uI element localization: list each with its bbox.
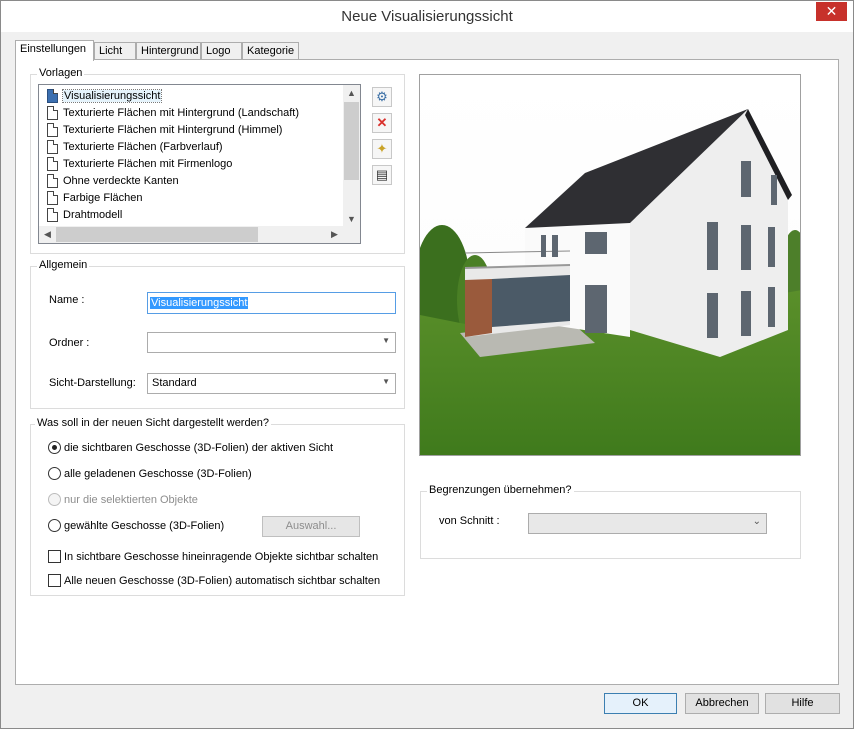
document-icon: [47, 139, 58, 154]
scroll-corner: [343, 226, 360, 243]
document-icon: [47, 122, 58, 137]
darstellen-group-title: Was soll in der neuen Sicht dargestellt …: [35, 417, 271, 429]
tab-licht[interactable]: Licht: [94, 42, 136, 60]
new-document-icon: ✦: [376, 141, 388, 156]
checkbox-box: [48, 574, 61, 587]
name-label: Name :: [49, 294, 85, 306]
auswahl-button: Auswahl...: [262, 516, 360, 537]
radio-sichtbare-geschosse[interactable]: die sichtbaren Geschosse (3D-Folien) der…: [48, 441, 333, 454]
tab-kategorie[interactable]: Kategorie: [242, 42, 299, 60]
tab-einstellungen[interactable]: Einstellungen: [15, 40, 94, 61]
vorlagen-list[interactable]: Visualisierungssicht Texturierte Flächen…: [38, 84, 361, 244]
cancel-button[interactable]: Abbrechen: [685, 693, 759, 714]
radio-gewaehlte-geschosse[interactable]: gewählte Geschosse (3D-Folien): [48, 519, 224, 532]
chevron-down-icon: ▼: [382, 336, 390, 345]
title-bar[interactable]: Neue Visualisierungssicht ✕: [1, 1, 853, 32]
allgemein-group-title: Allgemein: [37, 259, 90, 271]
ordner-label: Ordner :: [49, 337, 90, 349]
new-template-button[interactable]: ✦: [372, 139, 392, 159]
dialog-window: Neue Visualisierungssicht ✕ Einstellunge…: [0, 0, 854, 729]
scroll-thumb[interactable]: [344, 102, 359, 180]
delete-button[interactable]: ✕: [372, 113, 392, 133]
print-button[interactable]: ▤: [372, 165, 392, 185]
radio-circle: [48, 519, 61, 532]
list-item[interactable]: Texturierte Flächen mit Firmenlogo: [47, 155, 232, 172]
checkbox-box: [48, 550, 61, 563]
begrenzungen-group-title: Begrenzungen übernehmen?: [427, 484, 574, 496]
radio-circle: [48, 467, 61, 480]
vorlagen-group-title: Vorlagen: [37, 67, 85, 79]
radio-circle: [48, 493, 61, 506]
darstellung-value: Standard: [152, 377, 197, 389]
close-button[interactable]: ✕: [816, 2, 847, 21]
list-item[interactable]: Texturierte Flächen mit Hintergrund (Him…: [47, 121, 282, 138]
radio-circle: [48, 441, 61, 454]
schnitt-combo[interactable]: ⌄: [528, 513, 767, 534]
list-item[interactable]: Farbige Flächen: [47, 189, 143, 206]
document-icon: [47, 156, 58, 171]
checkbox-hineinragende-objekte[interactable]: In sichtbare Geschosse hineinragende Obj…: [48, 550, 378, 563]
tab-hintergrund[interactable]: Hintergrund: [136, 42, 201, 60]
document-icon: [47, 173, 58, 188]
document-icon: [47, 190, 58, 205]
list-item[interactable]: Texturierte Flächen (Farbverlauf): [47, 138, 223, 155]
chevron-down-icon: ▼: [382, 377, 390, 386]
scroll-up-icon[interactable]: ▲: [343, 85, 360, 102]
window-title: Neue Visualisierungssicht: [341, 8, 513, 25]
document-icon: [47, 88, 58, 103]
ok-button[interactable]: OK: [604, 693, 677, 714]
list-item[interactable]: Ohne verdeckte Kanten: [47, 172, 179, 189]
gear-icon: ⚙: [376, 89, 388, 104]
checkbox-neue-geschosse[interactable]: Alle neuen Geschosse (3D-Folien) automat…: [48, 574, 380, 587]
list-item[interactable]: Texturierte Flächen mit Hintergrund (Lan…: [47, 104, 299, 121]
radio-selektierte-objekte: nur die selektierten Objekte: [48, 493, 198, 506]
scroll-left-icon[interactable]: ◀: [39, 226, 56, 243]
tab-logo[interactable]: Logo: [201, 42, 242, 60]
delete-icon: ✕: [376, 115, 388, 130]
darstellung-combo[interactable]: Standard ▼: [147, 373, 396, 394]
name-field-value: Visualisierungssicht: [150, 297, 249, 309]
list-item[interactable]: Drahtmodell: [47, 206, 122, 223]
darstellung-label: Sicht-Darstellung:: [49, 377, 136, 389]
scroll-thumb[interactable]: [56, 227, 258, 242]
settings-button[interactable]: ⚙: [372, 87, 392, 107]
schnitt-label: von Schnitt :: [439, 515, 500, 527]
help-button[interactable]: Hilfe: [765, 693, 840, 714]
vertical-scrollbar[interactable]: ▲ ▼: [343, 85, 360, 228]
document-icon: [47, 105, 58, 120]
scroll-right-icon[interactable]: ▶: [326, 226, 343, 243]
document-icon: [47, 207, 58, 222]
preview-image: [419, 74, 801, 456]
list-item[interactable]: Visualisierungssicht: [47, 87, 163, 104]
horizontal-scrollbar[interactable]: ◀ ▶: [39, 226, 343, 243]
radio-alle-geschosse[interactable]: alle geladenen Geschosse (3D-Folien): [48, 467, 252, 480]
print-icon: ▤: [375, 167, 389, 182]
house-render: [420, 75, 800, 455]
name-field[interactable]: Visualisierungssicht: [147, 292, 396, 314]
chevron-down-icon: ⌄: [752, 516, 761, 527]
ordner-combo[interactable]: ▼: [147, 332, 396, 353]
